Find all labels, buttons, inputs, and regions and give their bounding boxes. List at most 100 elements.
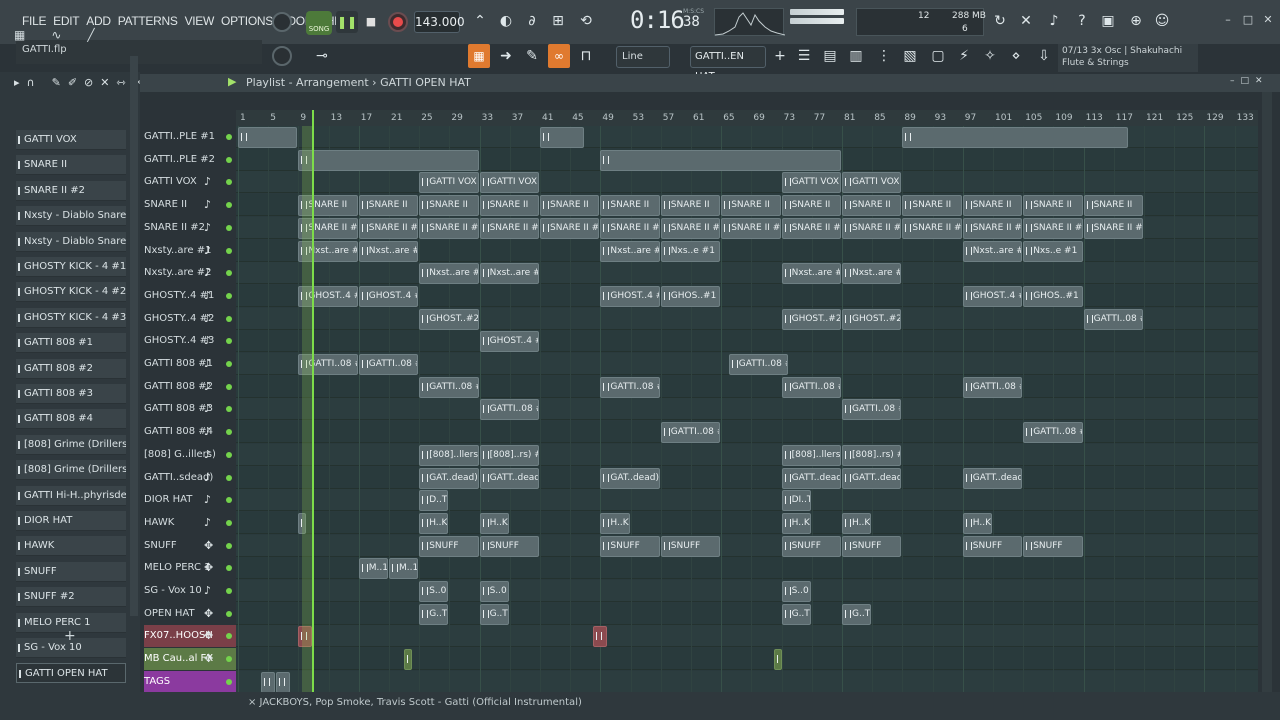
- browser-item[interactable]: GATTI 808 #2: [16, 358, 126, 379]
- pattern-clip[interactable]: SNARE II #2: [600, 217, 660, 239]
- audio-icon[interactable]: ∿: [51, 28, 61, 42]
- pattern-clip[interactable]: [808]..rs) #2: [842, 444, 902, 466]
- track-enable-led[interactable]: [226, 270, 232, 277]
- minimize-icon[interactable]: –: [1222, 14, 1234, 26]
- pattern-clip[interactable]: GHOS..#1: [1023, 285, 1083, 307]
- track-enable-led[interactable]: [226, 292, 232, 299]
- pattern-clip[interactable]: H..K: [479, 512, 509, 534]
- track-header[interactable]: GATTI 808 #1 ♪: [144, 353, 236, 375]
- piano-roll-icon[interactable]: ▤: [820, 46, 840, 66]
- file-icon[interactable]: ▢: [928, 46, 948, 66]
- loop-record-icon[interactable]: ⟲: [576, 11, 596, 31]
- pattern-clip[interactable]: G..T: [842, 603, 872, 625]
- plugin-icon[interactable]: ⊕: [1126, 11, 1146, 31]
- pattern-clip[interactable]: GATT..dead): [842, 467, 902, 489]
- pattern-clip[interactable]: GHOST..4 #1: [358, 285, 419, 307]
- pitch-slider-icon[interactable]: ⊸: [312, 46, 332, 66]
- track-enable-led[interactable]: [226, 338, 232, 345]
- pattern-clip[interactable]: SNARE II #2: [962, 217, 1023, 239]
- track-header[interactable]: GATTI 808 #2 ♪: [144, 376, 236, 398]
- channel-rack-icon[interactable]: ▥: [846, 46, 866, 66]
- browser-item[interactable]: GATTI Hi-H..phyrisdead): [16, 485, 126, 506]
- track-enable-led[interactable]: [226, 406, 232, 413]
- link-tool-button[interactable]: ∞: [548, 44, 570, 68]
- track-enable-led[interactable]: [226, 519, 232, 526]
- pattern-clip[interactable]: GATTI..08 #3: [842, 399, 902, 421]
- track-enable-led[interactable]: [226, 610, 232, 617]
- browser-item[interactable]: HAWK: [16, 536, 126, 557]
- pattern-clip[interactable]: S..0: [419, 581, 449, 602]
- track-header[interactable]: DIOR HAT ♪: [144, 489, 236, 511]
- pattern-clip[interactable]: [260, 671, 275, 692]
- track-header[interactable]: Nxsty..are #1 ♪: [144, 240, 236, 262]
- track-header[interactable]: GHOSTY..4 #2 ♪: [144, 308, 236, 330]
- track-header[interactable]: GATTI 808 #3 ♪: [144, 398, 236, 420]
- pattern-clip[interactable]: SNUFF: [600, 535, 660, 557]
- metronome-icon[interactable]: ⌃: [470, 11, 490, 31]
- browser-item[interactable]: SNUFF: [16, 561, 126, 582]
- track-enable-led[interactable]: [226, 656, 232, 663]
- pattern-clip[interactable]: SNARE II: [962, 195, 1023, 217]
- pattern-clip[interactable]: SNARE II: [781, 195, 841, 217]
- track-enable-led[interactable]: [226, 156, 232, 163]
- pattern-clip[interactable]: GHOST..4 #1: [962, 285, 1023, 307]
- track-header[interactable]: GATTI..sdead) ♪: [144, 467, 236, 489]
- song-position-display[interactable]: 0:16: [630, 6, 685, 34]
- pattern-clip[interactable]: GATT..dead): [781, 467, 841, 489]
- pattern-clip[interactable]: GATTI..08 #1: [1083, 308, 1143, 330]
- magnet-icon[interactable]: ⊓: [576, 46, 596, 66]
- pattern-clip[interactable]: SNARE II: [1023, 195, 1083, 217]
- mixer-faders-icon[interactable]: ⋮: [874, 46, 894, 66]
- marketplace-icon[interactable]: ⋄: [1006, 46, 1026, 66]
- menu-file[interactable]: FILE: [22, 14, 46, 28]
- track-header[interactable]: GHOSTY..4 #3 ♪: [144, 330, 236, 352]
- pattern-clip[interactable]: SNARE II #2: [842, 217, 902, 239]
- pattern-clip[interactable]: H..K: [600, 512, 630, 534]
- pattern-clip[interactable]: SNARE II #2: [358, 217, 419, 239]
- pencil-tool-icon[interactable]: ✎: [522, 46, 542, 66]
- pattern-clip[interactable]: GHOST..#2: [781, 308, 841, 330]
- browser-item[interactable]: GHOSTY KICK - 4 #2: [16, 282, 126, 303]
- add-icon[interactable]: +: [64, 628, 76, 644]
- pattern-clip[interactable]: GATT..dead): [479, 467, 539, 489]
- pattern-clip[interactable]: Nxst..are #1: [600, 240, 660, 262]
- close-icon[interactable]: ✕: [1262, 14, 1274, 26]
- song-mode-button[interactable]: SONG: [306, 11, 332, 35]
- pattern-clip[interactable]: GHOST..#2: [419, 308, 479, 330]
- track-header[interactable]: MB Cau..al FX ✥: [144, 648, 236, 671]
- browser-item[interactable]: Nxsty - Diablo Snare #2: [16, 231, 126, 252]
- track-header[interactable]: OPEN HAT ✥: [144, 603, 236, 625]
- pattern-clip[interactable]: [404, 649, 413, 671]
- pattern-clip[interactable]: DI..T: [781, 490, 811, 512]
- track-enable-led[interactable]: [226, 315, 232, 322]
- pattern-clip[interactable]: GATT..dead): [962, 467, 1023, 489]
- pattern-clip[interactable]: [600, 149, 841, 171]
- mute-icon[interactable]: ✕: [100, 76, 109, 89]
- track-header[interactable]: GATTI 808 #4 ♪: [144, 421, 236, 443]
- pattern-clip[interactable]: G..T: [479, 603, 509, 625]
- track-header[interactable]: SNUFF ✥: [144, 535, 236, 557]
- track-enable-led[interactable]: [226, 179, 232, 186]
- pattern-clip[interactable]: SNARE II: [419, 195, 479, 217]
- track-enable-led[interactable]: [226, 247, 232, 254]
- browser-item[interactable]: [808] Grime (Drillers) #2: [16, 460, 126, 481]
- pattern-clip[interactable]: Nxst..are #1: [358, 240, 419, 262]
- snap-select[interactable]: Line: [616, 46, 670, 68]
- pattern-clip[interactable]: GATTI..08 #2: [600, 376, 660, 398]
- track-enable-led[interactable]: [226, 497, 232, 504]
- pattern-clip[interactable]: [592, 626, 607, 648]
- pattern-clip[interactable]: SNUFF: [660, 535, 721, 557]
- pattern-clip[interactable]: M..1: [358, 558, 388, 580]
- browser-scrollbar[interactable]: [130, 56, 138, 616]
- maximize-icon[interactable]: □: [1242, 14, 1254, 26]
- pattern-clip[interactable]: Nxst..are #2: [781, 263, 841, 285]
- pattern-clip[interactable]: SNUFF: [962, 535, 1023, 557]
- menu-options[interactable]: OPTIONS: [221, 14, 273, 28]
- track-enable-led[interactable]: [226, 542, 232, 549]
- pattern-clip[interactable]: Nxst..are #2: [842, 263, 902, 285]
- save-icon[interactable]: ▣: [1098, 11, 1118, 31]
- pattern-clip[interactable]: SNARE II #2: [540, 217, 600, 239]
- pattern-clip[interactable]: [540, 127, 585, 148]
- microphone-icon[interactable]: ♪: [1044, 11, 1064, 31]
- browser-item[interactable]: Nxsty - Diablo Snare #1: [16, 206, 126, 227]
